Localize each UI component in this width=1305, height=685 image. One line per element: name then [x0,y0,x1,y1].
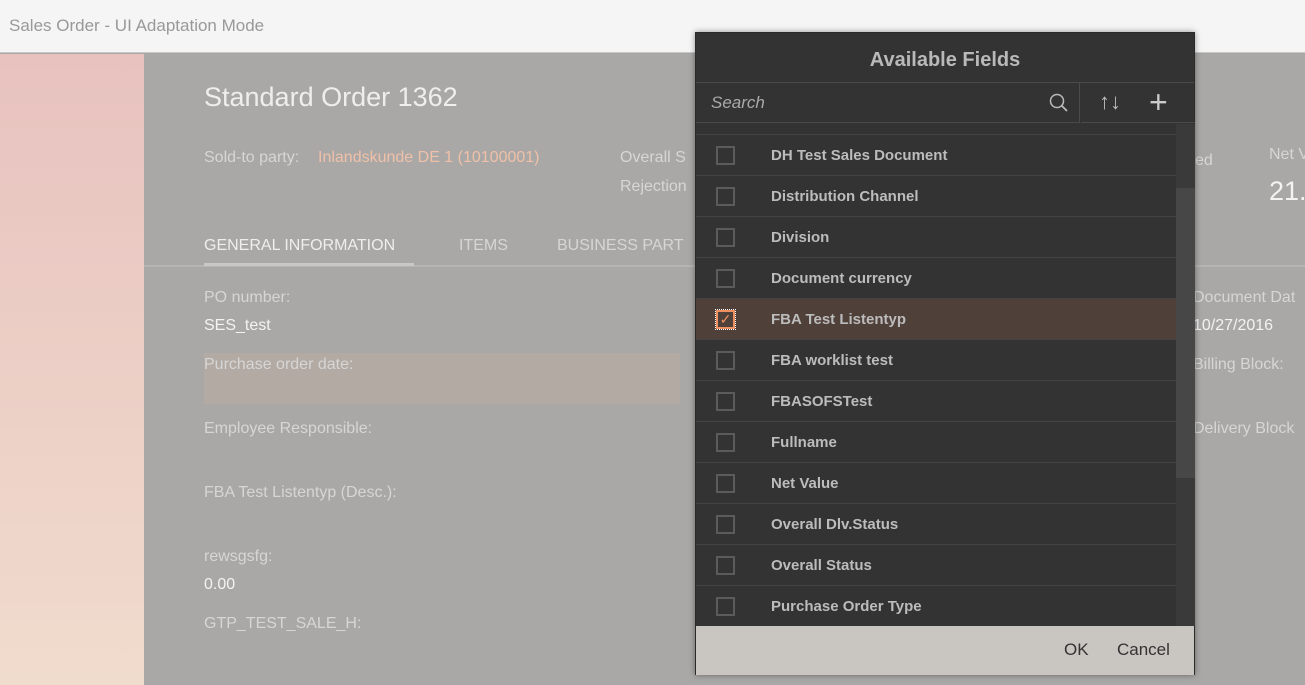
net-value-label: Net V [1269,146,1305,163]
checkbox[interactable] [716,597,735,616]
document-date-value: 10/27/2016 [1193,317,1274,334]
page-title: Standard Order 1362 [204,82,458,112]
field-label: FBASOFSTest [771,393,873,410]
checkbox[interactable] [716,351,735,370]
fba-desc-label: FBA Test Listentyp (Desc.): [204,484,397,501]
add-icon[interactable]: + [1149,83,1168,121]
search-input[interactable] [696,83,1046,122]
list-item[interactable]: Overall Status [696,544,1176,585]
rewsgsfg-label: rewsgsfg: [204,548,273,565]
field-label: Purchase Order Type [771,598,922,615]
fields-list: DH Test Sales Document Distribution Chann… [696,124,1176,626]
checkbox[interactable] [716,269,735,288]
field-label: Document currency [771,270,912,287]
field-label: FBA Test Listentyp [771,311,907,328]
search-icon[interactable] [1048,92,1070,114]
overall-status-label: Overall S [620,149,686,166]
checkbox[interactable] [716,433,735,452]
tab-items[interactable]: ITEMS [459,237,508,255]
side-panel [0,54,144,685]
list-item[interactable]: Overall Dlv.Status [696,503,1176,544]
scrollbar[interactable] [1176,124,1195,626]
document-date-label: Document Dat [1193,289,1296,306]
checkbox[interactable] [716,146,735,165]
field-label: Overall Status [771,557,872,574]
list-item[interactable]: Distribution Channel [696,175,1176,216]
field-label: Fullname [771,434,837,451]
tab-selected-indicator [204,263,414,266]
search-bar [696,83,1080,123]
checkbox[interactable] [716,515,735,534]
checkbox-checked[interactable]: ✓ [715,309,736,330]
checkbox[interactable] [716,474,735,493]
list-item[interactable]: ✓ FBA Test Listentyp [696,298,1176,339]
tab-general-information[interactable]: GENERAL INFORMATION [204,237,395,255]
net-value: 21. [1269,176,1305,206]
rejection-label: Rejection [620,178,687,195]
list-item[interactable]: DH Test Sales Document [696,134,1176,175]
ok-button[interactable]: OK [1064,640,1089,660]
list-item[interactable]: Purchase Order Type [696,585,1176,626]
po-number-label: PO number: [204,289,291,306]
checkbox[interactable] [716,228,735,247]
delivery-block-label: Delivery Block [1193,420,1295,437]
list-item[interactable]: FBA worklist test [696,339,1176,380]
field-label: Distribution Channel [771,188,919,205]
list-item[interactable]: Division [696,216,1176,257]
dialog-footer: OK Cancel [696,626,1194,675]
checkbox[interactable] [716,392,735,411]
scrollbar-thumb[interactable] [1176,188,1195,478]
dialog-toolbar: ↑↓ + [1081,83,1195,123]
field-label: Division [771,229,830,246]
employee-label: Employee Responsible: [204,420,373,437]
rewsgsfg-value: 0.00 [204,576,236,593]
app-title: Sales Order - UI Adaptation Mode [9,16,265,35]
dialog-title: Available Fields [696,33,1194,83]
list-item[interactable]: Net Value [696,462,1176,503]
checkbox[interactable] [716,187,735,206]
po-number-value: SES_test [204,317,271,334]
tab-business-partners[interactable]: BUSINESS PART [557,237,684,255]
list-item[interactable]: Document currency [696,257,1176,298]
sort-icon[interactable]: ↑↓ [1099,89,1121,115]
cancel-button[interactable]: Cancel [1117,640,1170,660]
list-item[interactable]: Fullname [696,421,1176,462]
field-label: FBA worklist test [771,352,893,369]
field-label: Net Value [771,475,839,492]
available-fields-dialog: Available Fields ↑↓ + DH Test Sales Docu… [695,32,1195,675]
gtp-label: GTP_TEST_SALE_H: [204,615,362,632]
sold-to-label: Sold-to party: [204,149,300,166]
list-item[interactable]: FBASOFSTest [696,380,1176,421]
field-label: Overall Dlv.Status [771,516,899,533]
po-date-label: Purchase order date: [204,356,354,373]
billing-block-label: Billing Block: [1193,356,1284,373]
sold-to-link[interactable]: Inlandskunde DE 1 (10100001) [318,149,540,167]
checkbox[interactable] [716,556,735,575]
status-fragment: ed [1195,152,1213,169]
field-label: DH Test Sales Document [771,147,948,164]
